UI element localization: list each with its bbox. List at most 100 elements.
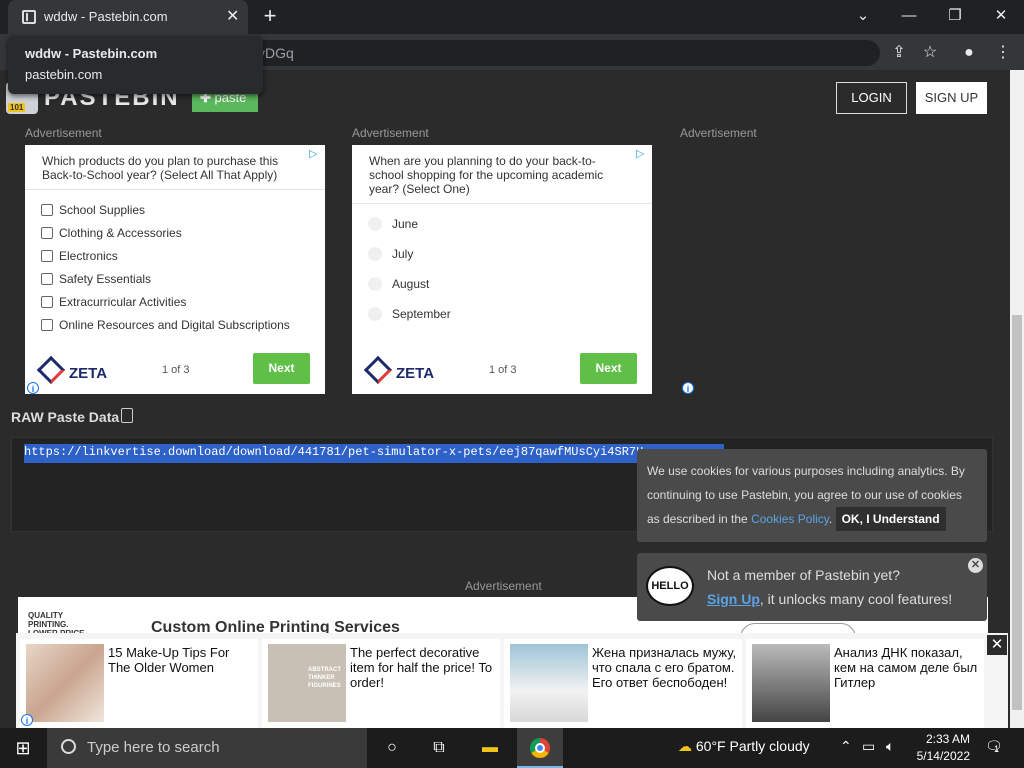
hover-card-title: wddw - Pastebin.com — [25, 46, 158, 61]
checkbox[interactable] — [41, 273, 53, 285]
minimize-icon[interactable]: — — [886, 0, 932, 34]
survey-ad-2: ▷ When are you planning to do your back-… — [352, 145, 652, 394]
radio[interactable] — [368, 217, 382, 231]
cookies-policy-link[interactable]: Cookies Policy — [751, 512, 829, 526]
volume-icon[interactable]: 🔈︎ — [886, 738, 894, 755]
survey-option[interactable]: July — [368, 247, 413, 261]
survey-option[interactable]: June — [368, 217, 418, 231]
option-label: June — [392, 217, 419, 231]
windows-start-icon[interactable]: ⊞ — [0, 728, 46, 768]
checkbox[interactable] — [41, 204, 53, 216]
date: 5/14/2022 — [916, 749, 970, 763]
pastebin-favicon-icon — [22, 10, 36, 24]
adchoices-icon[interactable]: ▷ — [636, 147, 648, 160]
native-ad[interactable]: ABSTRACT THINKER FIGURINES The perfect d… — [262, 639, 500, 728]
native-ad[interactable]: Жена призналась мужу, что спала с его бр… — [504, 639, 742, 728]
cookie-accept-button[interactable]: OK, I Understand — [835, 507, 946, 531]
cortana-icon[interactable]: ○ — [369, 728, 415, 768]
chrome-taskbar-button[interactable] — [517, 728, 563, 768]
ad-image — [510, 644, 588, 722]
ad-info-icon[interactable]: i — [27, 382, 39, 394]
share-icon[interactable]: ⇪ — [888, 42, 910, 64]
bookmark-star-icon[interactable]: ☆ — [919, 42, 941, 64]
close-tab-icon[interactable]: ✕ — [226, 6, 239, 26]
divider — [25, 189, 325, 190]
signup-link[interactable]: Sign Up — [707, 591, 760, 607]
ad-image: ABSTRACT THINKER FIGURINES — [268, 644, 346, 722]
taskbar-search-box[interactable]: Type here to search — [47, 728, 367, 768]
survey-ad-1: ▷ Which products do you plan to purchase… — [25, 145, 325, 394]
browser-tab[interactable]: wddw - Pastebin.com ✕ — [8, 0, 248, 34]
file-explorer-icon[interactable]: ▬ — [467, 728, 513, 768]
option-label: July — [392, 247, 414, 261]
scrollbar-thumb[interactable] — [1012, 315, 1022, 710]
time: 2:33 AM — [925, 732, 970, 746]
ad-info-icon[interactable]: i — [21, 714, 33, 726]
tab-search-icon[interactable]: ⌄ — [840, 0, 886, 34]
survey-option[interactable]: Online Resources and Digital Subscriptio… — [41, 318, 290, 332]
close-icon[interactable]: ✕ — [968, 558, 983, 573]
survey-option[interactable]: Safety Essentials — [41, 272, 151, 286]
ad-label: Advertisement — [25, 126, 102, 140]
radio[interactable] — [368, 247, 382, 261]
restore-icon[interactable]: ❐ — [932, 0, 978, 34]
taskbar-clock[interactable]: 2:33 AM 5/14/2022 — [900, 731, 970, 765]
profile-icon[interactable]: ● — [958, 42, 980, 64]
chrome-icon — [530, 738, 550, 758]
ad-text: The perfect decorative item for half the… — [350, 645, 493, 690]
survey-option[interactable]: Clothing & Accessories — [41, 226, 182, 240]
close-window-icon[interactable]: ✕ — [978, 0, 1024, 34]
ad-label: Advertisement — [352, 126, 429, 140]
survey-option[interactable]: Electronics — [41, 249, 118, 263]
signup-button[interactable]: SIGN UP — [916, 82, 987, 114]
tab-hover-card: wddw - Pastebin.com pastebin.com — [8, 36, 263, 94]
new-tab-icon[interactable]: + — [258, 4, 282, 28]
notification-count: 1 — [994, 744, 1000, 754]
zeta-logo: ZETA — [41, 360, 107, 382]
login-button[interactable]: LOGIN — [836, 82, 907, 114]
checkbox[interactable] — [41, 227, 53, 239]
raw-paste-content[interactable]: https://linkvertise.download/download/44… — [24, 444, 724, 463]
close-ad-strip-icon[interactable]: ✕ — [987, 635, 1007, 655]
adchoices-icon[interactable]: ▷ — [309, 147, 321, 160]
member-prompt-text: Sign Up, it unlocks many cool features! — [707, 591, 952, 607]
survey-option[interactable]: Extracurricular Activities — [41, 295, 186, 309]
checkbox[interactable] — [41, 319, 53, 331]
search-placeholder: Type here to search — [87, 739, 220, 756]
menu-dots-icon[interactable]: ⋮ — [992, 42, 1014, 64]
native-ad[interactable]: Анализ ДНК показал, кем на самом деле бы… — [746, 639, 984, 728]
survey-option[interactable]: September — [368, 307, 451, 321]
option-label: Online Resources and Digital Subscriptio… — [59, 318, 290, 332]
survey-option[interactable]: School Supplies — [41, 203, 145, 217]
weather-icon: ☁ — [678, 738, 696, 754]
checkbox[interactable] — [41, 296, 53, 308]
notifications-icon[interactable]: 🗨︎ 1 — [985, 738, 1003, 755]
option-label: September — [392, 307, 451, 321]
radio[interactable] — [368, 307, 382, 321]
copy-icon[interactable] — [121, 408, 133, 423]
survey-question: When are you planning to do your back-to… — [369, 154, 604, 196]
option-label: Safety Essentials — [59, 272, 152, 286]
task-view-icon[interactable]: ⧉ — [416, 728, 462, 768]
weather-widget[interactable]: ☁ 60°F Partly cloudy — [678, 738, 810, 755]
show-hidden-icons[interactable]: ⌃ — [840, 738, 852, 755]
radio[interactable] — [368, 277, 382, 291]
ad-info-icon[interactable]: i — [682, 382, 694, 394]
ad-text: Анализ ДНК показал, кем на самом деле бы… — [834, 645, 978, 690]
zeta-logo: ZETA — [368, 360, 434, 382]
url-text: vDGq — [258, 45, 294, 61]
survey-next-button[interactable]: Next — [580, 353, 637, 384]
survey-next-button[interactable]: Next — [253, 353, 310, 384]
tab-title: wddw - Pastebin.com — [44, 9, 168, 24]
survey-page-indicator: 1 of 3 — [489, 364, 517, 376]
network-icon[interactable]: ▭ — [862, 738, 875, 755]
ad-text: Жена призналась мужу, что спала с его бр… — [592, 645, 737, 690]
ad-image — [752, 644, 830, 722]
checkbox[interactable] — [41, 250, 53, 262]
cookie-notice: We use cookies for various purposes incl… — [637, 449, 987, 542]
hover-card-domain: pastebin.com — [25, 67, 103, 82]
address-bar[interactable]: vDGq — [200, 40, 880, 66]
survey-option[interactable]: August — [368, 277, 429, 291]
divider — [352, 203, 652, 204]
native-ad[interactable]: 15 Make-Up Tips For The Older Women — [20, 639, 258, 728]
